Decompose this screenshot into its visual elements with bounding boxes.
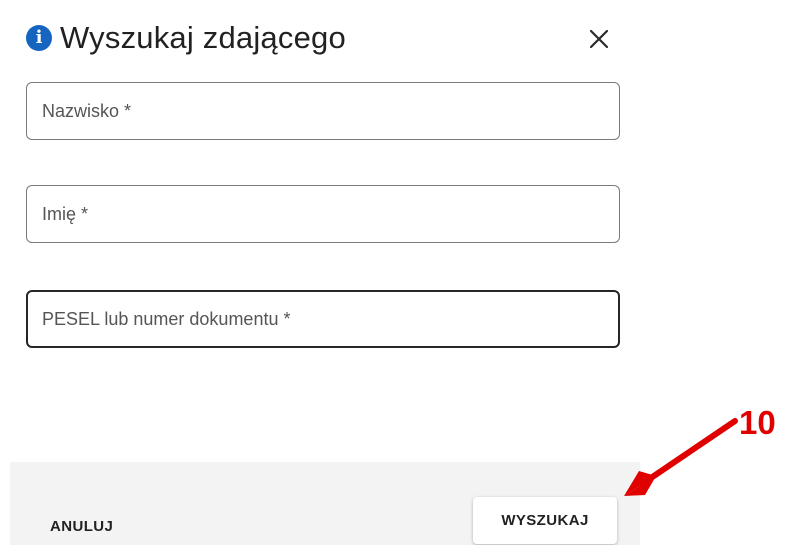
dialog-header: i Wyszukaj zdającego <box>26 14 626 62</box>
surname-input[interactable] <box>42 83 607 139</box>
search-button[interactable]: WYSZUKAJ <box>473 497 617 544</box>
close-icon <box>589 29 609 49</box>
surname-field[interactable] <box>26 82 620 140</box>
close-button[interactable] <box>587 27 611 51</box>
annotation-step-number: 10 <box>739 404 776 441</box>
search-button-label: WYSZUKAJ <box>501 512 589 529</box>
pesel-or-document-field[interactable] <box>26 290 620 348</box>
cancel-button[interactable]: ANULUJ <box>50 518 113 535</box>
first-name-input[interactable] <box>42 186 607 242</box>
first-name-field[interactable] <box>26 185 620 243</box>
info-icon: i <box>26 25 52 51</box>
pesel-or-document-input[interactable] <box>42 292 606 346</box>
search-candidate-dialog: i Wyszukaj zdającego ANULUJ WYSZUKAJ <box>0 0 640 545</box>
dialog-title: Wyszukaj zdającego <box>60 20 346 55</box>
